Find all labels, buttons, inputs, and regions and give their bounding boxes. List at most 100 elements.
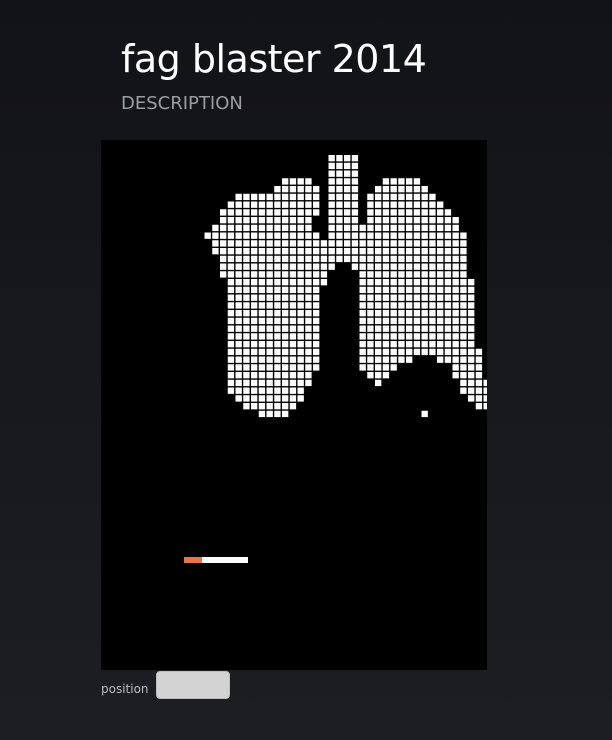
brick bbox=[227, 271, 235, 278]
brick bbox=[460, 263, 467, 270]
brick bbox=[390, 178, 397, 185]
brick bbox=[413, 294, 421, 301]
brick bbox=[258, 217, 266, 224]
paddle-cigarette[interactable] bbox=[202, 557, 248, 563]
brick bbox=[351, 255, 359, 263]
brick bbox=[382, 364, 390, 371]
brick bbox=[390, 302, 397, 309]
brick bbox=[421, 333, 428, 340]
brick bbox=[444, 209, 452, 216]
brick bbox=[429, 255, 436, 263]
brick bbox=[266, 348, 273, 356]
brick bbox=[251, 325, 258, 332]
position-input[interactable] bbox=[156, 671, 230, 699]
brick bbox=[382, 232, 390, 239]
brick bbox=[313, 255, 320, 263]
game-field bbox=[184, 155, 487, 563]
brick bbox=[483, 403, 487, 410]
brick bbox=[367, 232, 374, 239]
brick bbox=[243, 271, 250, 278]
brick bbox=[359, 255, 366, 263]
brick bbox=[313, 348, 320, 356]
brick bbox=[297, 271, 304, 278]
brick bbox=[421, 302, 428, 309]
brick bbox=[390, 341, 397, 348]
brick bbox=[289, 325, 297, 332]
brick bbox=[305, 317, 312, 325]
brick bbox=[243, 333, 250, 340]
brick bbox=[437, 240, 444, 247]
brick bbox=[313, 356, 320, 363]
brick bbox=[305, 193, 312, 201]
brick bbox=[468, 348, 475, 356]
brick bbox=[220, 263, 227, 270]
brick bbox=[406, 232, 413, 239]
brick bbox=[282, 379, 289, 387]
brick bbox=[398, 271, 405, 278]
brick bbox=[274, 279, 281, 286]
brick bbox=[468, 379, 475, 387]
brick bbox=[382, 286, 390, 294]
brick bbox=[444, 271, 452, 278]
brick bbox=[421, 271, 428, 278]
brick bbox=[359, 232, 366, 239]
brick bbox=[289, 263, 297, 270]
brick bbox=[235, 279, 242, 286]
brick bbox=[413, 333, 421, 340]
brick bbox=[243, 263, 250, 270]
brick bbox=[429, 201, 436, 208]
brick bbox=[344, 162, 351, 170]
game-canvas[interactable] bbox=[101, 140, 487, 670]
brick bbox=[227, 333, 235, 340]
brick bbox=[297, 395, 304, 402]
brick bbox=[320, 248, 328, 255]
brick bbox=[344, 170, 351, 177]
brick bbox=[258, 263, 266, 270]
brick bbox=[289, 224, 297, 232]
brick bbox=[282, 325, 289, 332]
brick bbox=[367, 364, 374, 371]
brick bbox=[382, 325, 390, 332]
brick bbox=[328, 217, 335, 224]
brick bbox=[266, 395, 273, 402]
brick bbox=[297, 325, 304, 332]
brick bbox=[351, 232, 359, 239]
brick bbox=[460, 286, 467, 294]
brick bbox=[452, 248, 459, 255]
brick bbox=[406, 271, 413, 278]
brick bbox=[289, 271, 297, 278]
brick bbox=[289, 333, 297, 340]
brick bbox=[398, 201, 405, 208]
brick bbox=[382, 348, 390, 356]
brick bbox=[413, 224, 421, 232]
brick bbox=[398, 279, 405, 286]
brick bbox=[212, 248, 219, 255]
brick bbox=[359, 364, 366, 371]
brick bbox=[421, 263, 428, 270]
brick bbox=[266, 294, 273, 301]
brick bbox=[398, 310, 405, 317]
brick bbox=[235, 356, 242, 363]
brick bbox=[437, 341, 444, 348]
brick bbox=[258, 379, 266, 387]
brick bbox=[468, 387, 475, 394]
brick bbox=[274, 193, 281, 201]
brick bbox=[313, 310, 320, 317]
brick bbox=[375, 294, 382, 301]
brick bbox=[382, 209, 390, 216]
brick bbox=[452, 341, 459, 348]
brick bbox=[305, 263, 312, 270]
brick bbox=[258, 232, 266, 239]
brick bbox=[235, 240, 242, 247]
brick bbox=[274, 294, 281, 301]
brick bbox=[266, 193, 273, 201]
brick bbox=[313, 209, 320, 216]
brick bbox=[429, 209, 436, 216]
brick bbox=[320, 279, 328, 286]
brick bbox=[437, 333, 444, 340]
brick bbox=[258, 395, 266, 402]
brick bbox=[289, 209, 297, 216]
brick bbox=[289, 193, 297, 201]
brick bbox=[375, 263, 382, 270]
brick bbox=[227, 286, 235, 294]
